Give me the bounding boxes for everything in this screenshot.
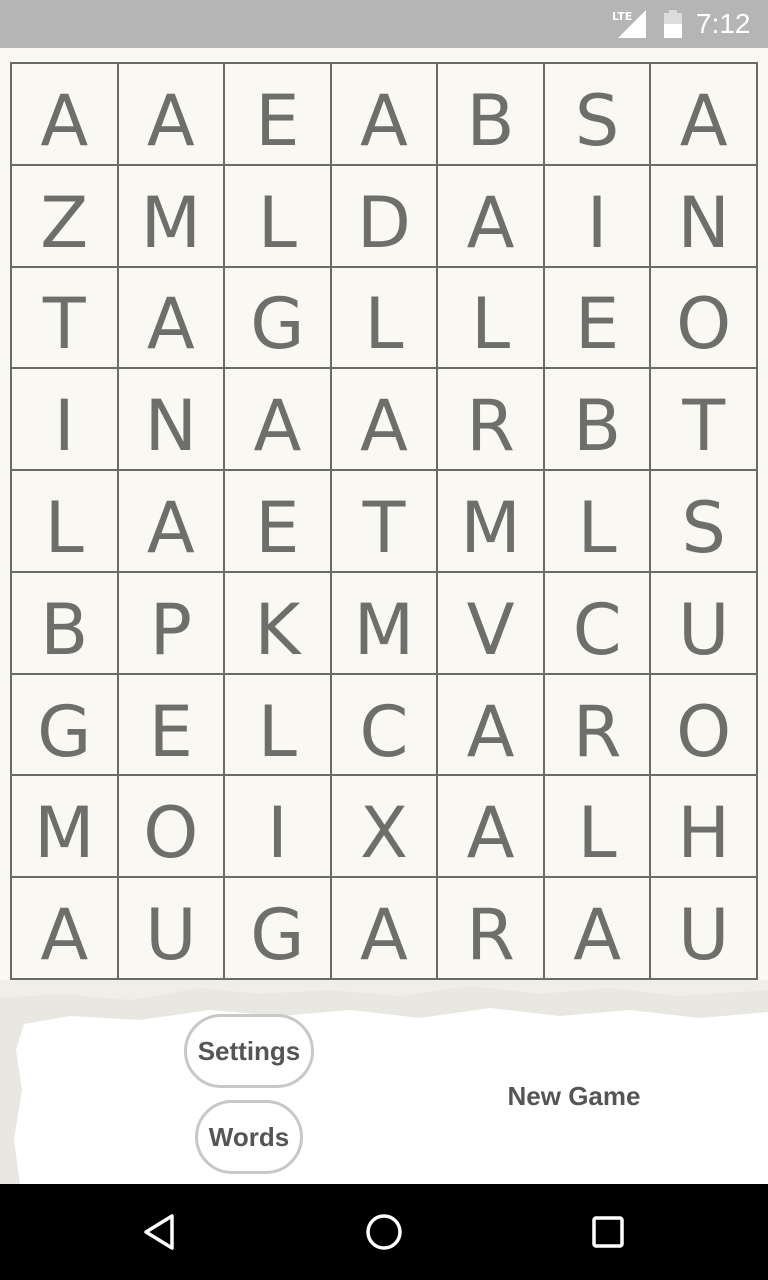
recents-icon [592,1216,624,1248]
letter-cell[interactable]: H [651,776,758,879]
new-game-button[interactable]: New Game [486,1074,662,1118]
letter-cell[interactable]: A [118,471,226,573]
letter-cell[interactable]: L [331,267,439,370]
back-icon [144,1214,174,1250]
home-button[interactable] [360,1208,408,1256]
letter-cell[interactable]: A [544,878,652,980]
letter-cell[interactable]: N [651,165,758,268]
letter-cell[interactable]: L [225,165,332,268]
letter-cell[interactable]: A [331,878,439,980]
letter-cell[interactable]: M [118,165,226,268]
letter-grid[interactable]: AAEABSAZMLDAINTAGLLEOINAARBTLAETMLSBPKMV… [10,62,758,980]
letter-cell[interactable]: I [12,369,119,472]
letter-cell[interactable]: A [438,776,545,879]
signal-icon [618,10,646,38]
letter-cell[interactable]: T [651,369,758,472]
home-icon [366,1214,402,1250]
recents-button[interactable] [584,1208,632,1256]
letter-cell[interactable]: M [331,572,439,675]
letter-cell[interactable]: I [225,776,332,879]
letter-cell[interactable]: K [225,572,332,675]
letter-cell[interactable]: U [651,572,758,675]
controls-panel: Settings Words New Game [0,980,768,1184]
letter-cell[interactable]: R [438,369,545,472]
letter-cell[interactable]: A [438,165,545,268]
letter-cell[interactable]: R [438,878,545,980]
letter-cell[interactable]: A [438,674,545,777]
clock: 7:12 [696,8,751,39]
letter-cell[interactable]: B [544,369,652,472]
letter-cell[interactable]: G [225,267,332,370]
letter-cell[interactable]: C [544,572,652,675]
letter-cell[interactable]: I [544,165,652,268]
letter-cell[interactable]: S [544,64,652,166]
settings-button[interactable]: Settings [184,1014,314,1088]
letter-cell[interactable]: L [12,471,119,573]
letter-cell[interactable]: A [651,64,758,166]
letter-cell[interactable]: U [651,878,758,980]
letter-cell[interactable]: P [118,572,226,675]
letter-cell[interactable]: L [225,674,332,777]
letter-cell[interactable]: A [118,267,226,370]
letter-cell[interactable]: A [331,369,439,472]
letter-cell[interactable]: C [331,674,439,777]
letter-cell[interactable]: E [225,64,332,166]
letter-cell[interactable]: A [118,64,226,166]
letter-cell[interactable]: T [12,267,119,370]
letter-cell[interactable]: A [12,64,119,166]
letter-cell[interactable]: B [438,64,545,166]
letter-cell[interactable]: E [544,267,652,370]
letter-cell[interactable]: E [118,674,226,777]
battery-icon [664,10,682,38]
back-button[interactable] [136,1208,184,1256]
letter-cell[interactable]: A [12,878,119,980]
letter-cell[interactable]: O [118,776,226,879]
letter-cell[interactable]: S [651,471,758,573]
letter-cell[interactable]: M [12,776,119,879]
words-button[interactable]: Words [195,1100,303,1174]
letter-cell[interactable]: V [438,572,545,675]
letter-cell[interactable]: R [544,674,652,777]
letter-cell[interactable]: L [544,471,652,573]
letter-cell[interactable]: B [12,572,119,675]
letter-cell[interactable]: T [331,471,439,573]
letter-cell[interactable]: A [331,64,439,166]
status-bar: LTE 7:12 [0,0,768,48]
letter-cell[interactable]: G [12,674,119,777]
letter-cell[interactable]: O [651,267,758,370]
letter-cell[interactable]: G [225,878,332,980]
letter-cell[interactable]: M [438,471,545,573]
letter-cell[interactable]: D [331,165,439,268]
navigation-bar [0,1184,768,1280]
letter-cell[interactable]: L [544,776,652,879]
letter-cell[interactable]: A [225,369,332,472]
letter-cell[interactable]: X [331,776,439,879]
letter-cell[interactable]: Z [12,165,119,268]
letter-cell[interactable]: L [438,267,545,370]
letter-cell[interactable]: O [651,674,758,777]
letter-cell[interactable]: N [118,369,226,472]
letter-cell[interactable]: U [118,878,226,980]
letter-cell[interactable]: E [225,471,332,573]
